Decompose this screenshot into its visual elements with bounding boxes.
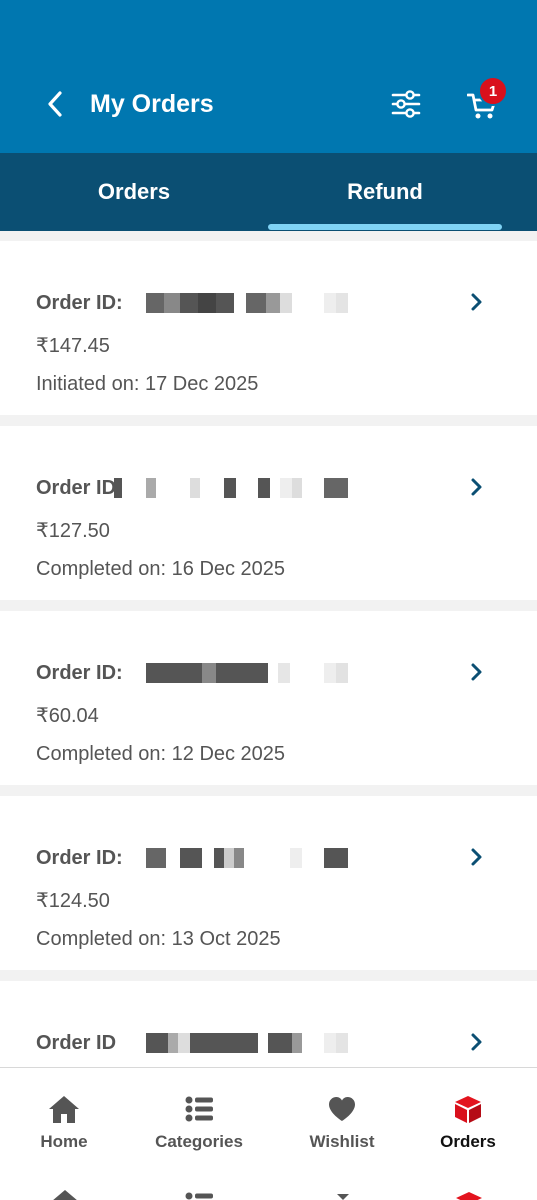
tab-refund[interactable]: Refund: [268, 153, 502, 231]
order-amount: ₹124.50: [36, 890, 110, 912]
heart-icon: [328, 1190, 358, 1200]
order-tabs: Orders Refund: [0, 153, 537, 231]
nav-home[interactable]: Home: [36, 1094, 92, 1152]
order-card[interactable]: Order ID: ₹147.45 Initiated on: 17 Dec 2…: [0, 241, 537, 415]
nav-orders[interactable]: Orders: [436, 1094, 500, 1152]
order-status: Completed on: 13 Oct 2025: [36, 928, 281, 950]
tab-orders[interactable]: Orders: [18, 153, 250, 231]
box-icon: [454, 1190, 484, 1200]
home-icon: [52, 1190, 78, 1200]
chevron-right-icon[interactable]: [466, 659, 488, 685]
box-icon: [455, 1096, 481, 1123]
filter-sliders-icon: [391, 90, 421, 118]
redacted-order-id: [146, 663, 350, 683]
order-card[interactable]: Order ID ₹127.50 Completed on: 16 Dec 20…: [0, 426, 537, 600]
chevron-right-icon[interactable]: [466, 1029, 488, 1055]
chevron-right-icon[interactable]: [466, 474, 488, 500]
order-id-label: Order ID: [36, 1032, 117, 1054]
cart-count-badge: 1: [478, 76, 508, 106]
home-icon: [49, 1096, 79, 1123]
order-card[interactable]: Order ID: ₹60.04 Completed on: 12 Dec 20…: [0, 611, 537, 785]
nav-wishlist[interactable]: Wishlist: [302, 1094, 382, 1152]
categories-icon: [184, 1190, 214, 1200]
order-amount: ₹147.45: [36, 335, 110, 357]
chevron-right-icon[interactable]: [466, 289, 488, 315]
redacted-order-id: [146, 848, 350, 868]
nav-label: Categories: [155, 1132, 243, 1151]
app-header: My Orders 1: [0, 0, 537, 153]
active-tab-indicator: [268, 224, 502, 230]
categories-icon: [185, 1096, 213, 1122]
order-id-label: Order ID:: [36, 847, 123, 869]
bottom-navigation: Home Categories Wishlist Orders: [0, 1067, 537, 1200]
order-status: Completed on: 12 Dec 2025: [36, 743, 286, 765]
order-status: Initiated on: 17 Dec 2025: [36, 373, 259, 395]
order-amount: ₹60.04: [36, 705, 99, 727]
back-arrow-icon: [48, 91, 62, 117]
nav-categories[interactable]: Categories: [149, 1094, 249, 1152]
order-id-label: Order ID:: [36, 292, 123, 314]
filter-button[interactable]: [386, 86, 426, 122]
page-title: My Orders: [90, 90, 214, 118]
nav-label: Home: [40, 1132, 88, 1151]
nav-label: Orders: [440, 1132, 496, 1151]
redacted-order-id: [114, 478, 350, 498]
redacted-order-id: [146, 1033, 350, 1053]
heart-icon: [329, 1097, 355, 1121]
order-id-label: Order ID: [36, 477, 117, 499]
redacted-order-id: [146, 293, 356, 313]
order-card[interactable]: Order ID: ₹124.50 Completed on: 13 Oct 2…: [0, 796, 537, 970]
order-card[interactable]: Order ID: [0, 981, 537, 1067]
order-id-label: Order ID:: [36, 662, 123, 684]
chevron-right-icon[interactable]: [466, 844, 488, 870]
nav-label: Wishlist: [309, 1132, 375, 1151]
order-amount: ₹127.50: [36, 520, 110, 542]
back-button[interactable]: [38, 86, 72, 122]
order-status: Completed on: 16 Dec 2025: [36, 558, 286, 580]
